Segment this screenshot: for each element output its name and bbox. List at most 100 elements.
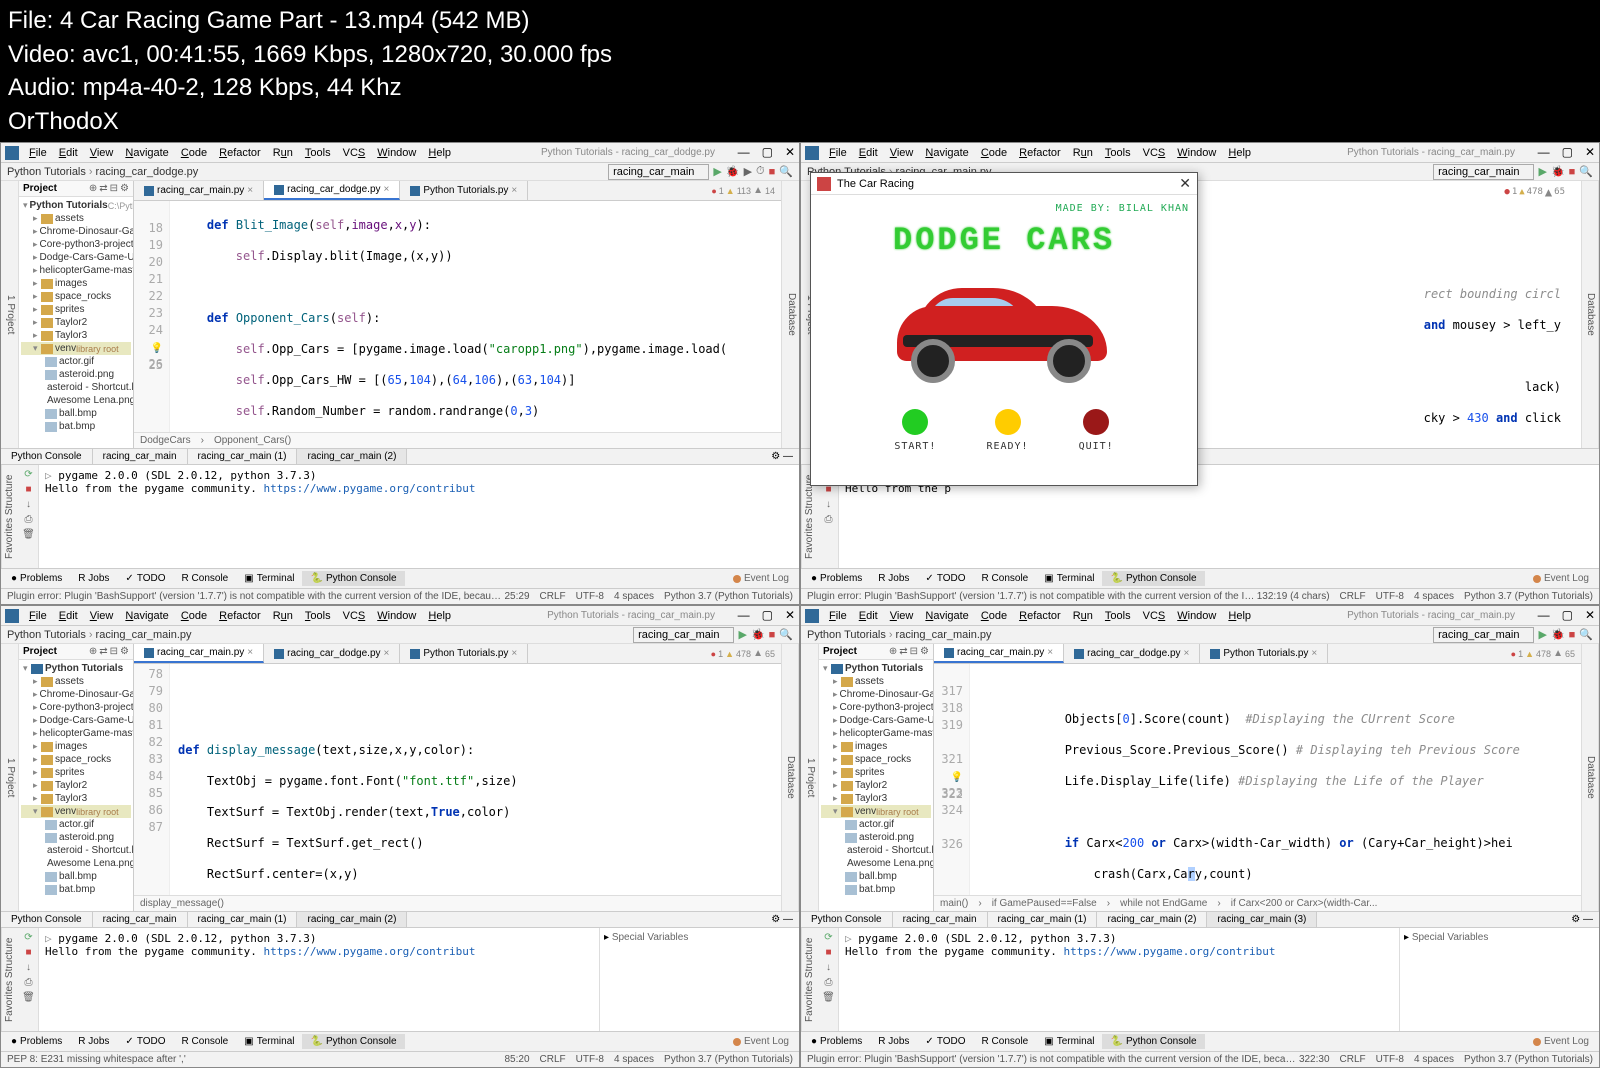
scroll-icon[interactable]: ↓	[26, 499, 31, 510]
rerun-icon[interactable]: ⟳	[24, 469, 32, 480]
menu-refactor[interactable]: Refactor	[1013, 145, 1067, 161]
console-hide-icon[interactable]: ―	[783, 451, 793, 462]
indent[interactable]: 4 spaces	[614, 591, 654, 602]
menu-view[interactable]: View	[84, 145, 120, 161]
tool-python-console[interactable]: 🐍 Python Console	[302, 571, 404, 586]
maximize-icon[interactable]: ▢	[1562, 145, 1573, 159]
debug-icon[interactable]: 🐞	[1551, 165, 1565, 178]
menu-code[interactable]: Code	[175, 145, 213, 161]
menu-view[interactable]: View	[884, 145, 920, 161]
tool-problems[interactable]: ● Problems	[3, 571, 70, 586]
console-tab-python[interactable]: Python Console	[1, 449, 93, 464]
menu-run[interactable]: Run	[1067, 145, 1099, 161]
run-icon[interactable]: ▶	[713, 165, 721, 178]
ide-pane-bottom-left: FileEditViewNavigateCodeRefactorRunTools…	[0, 605, 800, 1068]
close-icon[interactable]: ✕	[785, 145, 795, 159]
close-tab-icon[interactable]: ×	[247, 185, 253, 196]
line-ending[interactable]: CRLF	[540, 591, 566, 602]
run-icon[interactable]: ▶	[1538, 165, 1546, 178]
quit-button[interactable]: QUIT!	[1079, 409, 1114, 452]
stop-icon[interactable]: ■	[769, 166, 776, 178]
console-output[interactable]: ▷ pygame 2.0.0 (SDL 2.0.12, python 3.7.3…	[39, 465, 799, 568]
nav-crumb-project[interactable]: Python Tutorials	[7, 166, 86, 178]
weak-warning-icon[interactable]: ▲	[753, 185, 763, 196]
pycharm-icon	[5, 609, 19, 623]
console-toolbar: ⟳ ■ ↓ ⎙ 🗑	[19, 465, 39, 568]
warning-stripe-icon[interactable]: ▲	[726, 186, 735, 196]
menu-tools[interactable]: Tools	[299, 145, 337, 161]
menu-edit[interactable]: Edit	[853, 145, 884, 161]
print-icon[interactable]: ⎙	[25, 514, 33, 525]
code-editor[interactable]: 317318319321💡322323324326 Objects[0].Sco…	[934, 664, 1581, 895]
project-panel-title: Project	[23, 183, 57, 194]
event-log[interactable]: Event Log	[725, 571, 797, 586]
pygame-titlebar[interactable]: The Car Racing ✕	[811, 173, 1197, 195]
console-tab-run2[interactable]: racing_car_main (1)	[188, 449, 298, 464]
project-settings-icon[interactable]: ⊕	[89, 183, 97, 194]
pygame-close-icon[interactable]: ✕	[1179, 175, 1191, 192]
side-tab-database[interactable]: Database	[781, 181, 799, 448]
run-config-selector[interactable]: racing_car_main	[608, 164, 709, 180]
nav-crumb-file[interactable]: racing_car_dodge.py	[96, 166, 199, 178]
media-info-overlay: File: 4 Car Racing Game Part - 13.mp4 (5…	[0, 0, 1600, 142]
start-button[interactable]: START!	[894, 409, 936, 452]
interpreter[interactable]: Python 3.7 (Python Tutorials)	[664, 591, 793, 602]
profile-icon[interactable]: ⏱	[756, 165, 765, 178]
console-tab-run3[interactable]: racing_car_main (2)	[297, 449, 407, 464]
code-editor[interactable]: 78798081828384858687 def display_message…	[134, 664, 781, 895]
menu-file[interactable]: File	[23, 145, 53, 161]
clear-icon[interactable]: 🗑	[22, 529, 35, 540]
menu-help[interactable]: Help	[1222, 145, 1257, 161]
editor-tab-dodge[interactable]: racing_car_dodge.py×	[264, 181, 400, 200]
menu-window[interactable]: Window	[1171, 145, 1222, 161]
caret-position[interactable]: 25:29	[505, 591, 530, 602]
menu-navigate[interactable]: Navigate	[119, 145, 174, 161]
error-stripe-icon[interactable]: ●	[711, 186, 716, 196]
code-breadcrumbs[interactable]: DodgeCars›Opponent_Cars()	[134, 432, 781, 448]
menu-window[interactable]: Window	[371, 145, 422, 161]
game-canvas[interactable]: MADE BY: BILAL KHAN DODGE CARS START! RE…	[811, 195, 1197, 485]
menu-edit[interactable]: Edit	[53, 145, 84, 161]
menu-refactor[interactable]: Refactor	[213, 145, 267, 161]
menu-code[interactable]: Code	[975, 145, 1013, 161]
file-info-line: File: 4 Car Racing Game Part - 13.mp4 (5…	[8, 4, 1592, 38]
code-editor[interactable]: 18192021222324💡2526 def Blit_Image(self,…	[134, 201, 781, 432]
encoding[interactable]: UTF-8	[576, 591, 604, 602]
stop-console-icon[interactable]: ■	[25, 484, 31, 495]
tool-rjobs[interactable]: R Jobs	[70, 571, 117, 586]
console-tab-run1[interactable]: racing_car_main	[93, 449, 188, 464]
console-settings-icon[interactable]: ⚙	[771, 451, 780, 462]
tool-terminal[interactable]: ▣ Terminal	[236, 571, 302, 586]
menu-file[interactable]: File	[823, 145, 853, 161]
special-variables-panel[interactable]: ▸ Special Variables	[599, 928, 799, 1031]
bottom-toolbar: ● Problems R Jobs ✓ TODO R Console ▣ Ter…	[1, 568, 799, 588]
menu-vcs[interactable]: VCS	[1137, 145, 1172, 161]
pygame-link[interactable]: https://www.pygame.org/contribut	[264, 482, 476, 495]
menu-tools[interactable]: Tools	[1099, 145, 1137, 161]
run-config-selector[interactable]: racing_car_main	[1433, 164, 1534, 180]
line-gutter[interactable]: 18192021222324💡2526	[134, 201, 170, 432]
editor-tab-tutorials[interactable]: Python Tutorials.py×	[400, 181, 528, 200]
navbar: Python Tutorials › racing_car_dodge.py r…	[1, 163, 799, 181]
minimize-icon[interactable]: ―	[1538, 145, 1550, 159]
menu-vcs[interactable]: VCS	[337, 145, 372, 161]
tool-rconsole[interactable]: R Console	[174, 571, 237, 586]
maximize-icon[interactable]: ▢	[762, 145, 773, 159]
menu-help[interactable]: Help	[422, 145, 457, 161]
project-tree[interactable]: ▾Python TutorialsC:\Python Tutorials ▸as…	[19, 197, 133, 448]
menu-run[interactable]: Run	[267, 145, 299, 161]
side-tab-project[interactable]: 1 Project	[1, 181, 19, 448]
close-icon[interactable]: ✕	[1585, 145, 1595, 159]
minimize-icon[interactable]: ―	[738, 145, 750, 159]
close-tab-icon[interactable]: ×	[384, 184, 390, 195]
editor-tab-main[interactable]: racing_car_main.py×	[134, 181, 264, 200]
menu-navigate[interactable]: Navigate	[919, 145, 974, 161]
close-tab-icon[interactable]: ×	[511, 185, 517, 196]
search-everywhere-icon[interactable]: 🔍	[779, 165, 793, 178]
side-tab-database[interactable]: Database	[1581, 181, 1599, 448]
coverage-icon[interactable]: ▶	[744, 165, 752, 178]
side-tab-favorites[interactable]: Favorites Structure	[1, 465, 19, 568]
debug-icon[interactable]: 🐞	[726, 165, 740, 178]
ready-button[interactable]: READY!	[986, 409, 1028, 452]
tool-todo[interactable]: ✓ TODO	[117, 571, 173, 586]
